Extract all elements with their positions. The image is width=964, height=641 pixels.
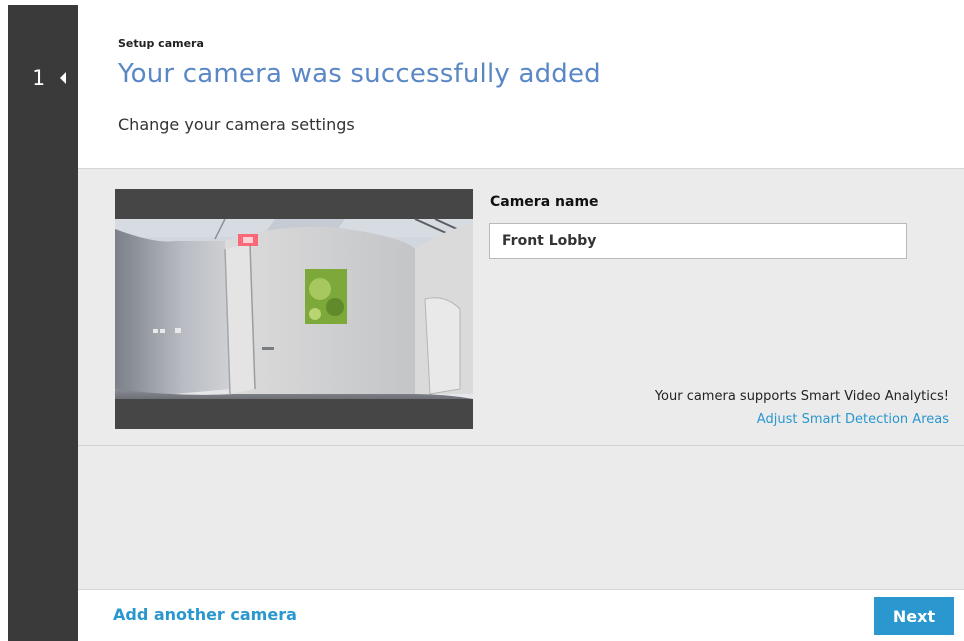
camera-name-input[interactable]	[489, 223, 907, 259]
smart-analytics-text: Your camera supports Smart Video Analyti…	[654, 389, 949, 404]
camera-settings-panel: Camera name Your camera supports Smart V…	[78, 168, 964, 590]
camera-name-label: Camera name	[490, 194, 599, 210]
main-content: Setup camera Your camera was successfull…	[78, 5, 964, 641]
camera-preview	[115, 189, 473, 429]
step-number: 1	[32, 66, 45, 90]
page-title: Your camera was successfully added	[118, 59, 601, 89]
next-button[interactable]: Next	[874, 597, 954, 635]
camera-preview-image	[115, 189, 473, 429]
step-pointer-icon	[60, 72, 66, 84]
add-another-camera-link[interactable]: Add another camera	[113, 605, 297, 624]
panel-divider	[78, 445, 964, 446]
adjust-smart-detection-link[interactable]: Adjust Smart Detection Areas	[757, 412, 949, 427]
step-rail	[8, 5, 78, 641]
page-subtitle: Change your camera settings	[118, 115, 355, 134]
section-eyebrow: Setup camera	[118, 37, 204, 50]
